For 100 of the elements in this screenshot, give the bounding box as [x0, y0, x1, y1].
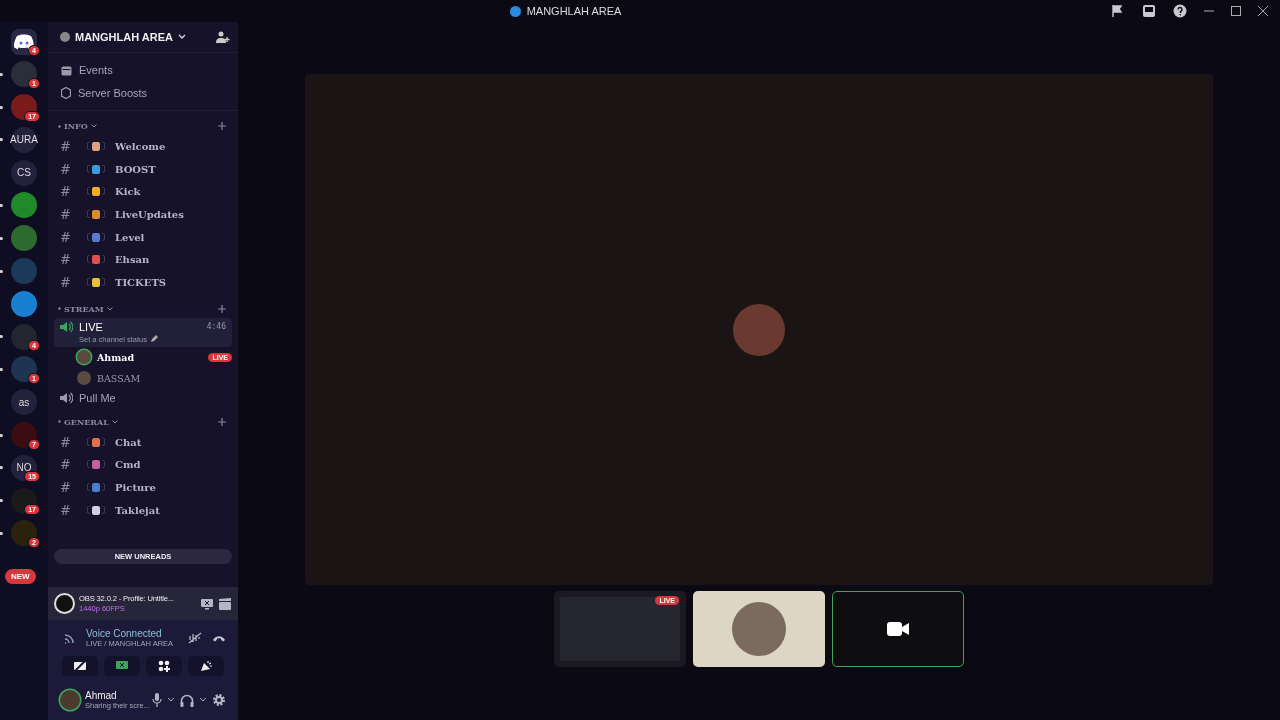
channel-item[interactable]: # 〔 〕 Cmd [48, 453, 238, 477]
chevron-icon[interactable] [106, 306, 113, 311]
bracket: 〔 [82, 230, 91, 244]
channel-item[interactable]: # 〔 〕 Picture [48, 476, 238, 499]
add-person-icon[interactable] [216, 31, 230, 43]
bracket: 〕 [101, 458, 110, 472]
server-button[interactable]: CS [11, 159, 37, 186]
server-avatar[interactable] [11, 323, 37, 350]
speaker-icon [60, 320, 73, 333]
channel-name: Chat [115, 436, 142, 448]
bracket: 〕 [101, 185, 110, 199]
camera-off-button[interactable] [62, 656, 98, 676]
channel-item[interactable]: # 〔 〕 Kick [48, 180, 238, 204]
channel-item[interactable]: # 〔 〕 Ehsan [48, 248, 238, 272]
server-avatar[interactable] [11, 94, 37, 121]
soundboard-button[interactable] [188, 656, 224, 676]
channel-name: Picture [115, 482, 156, 494]
obs-logo-icon [54, 593, 75, 614]
camera-off-icon [73, 660, 87, 672]
voice-member[interactable]: BASSAM [48, 367, 238, 389]
microphone-icon[interactable] [152, 693, 162, 707]
channel-item[interactable]: # 〔 〕 TICKETS [48, 271, 238, 294]
server-avatar[interactable] [11, 520, 37, 547]
channel-name: Taklejat [115, 504, 160, 516]
help-icon[interactable] [1173, 4, 1187, 18]
bracket: 〔 [82, 253, 91, 267]
bracket: 〕 [101, 162, 110, 176]
photo-placeholder [732, 602, 786, 656]
screen-share-icon [115, 660, 129, 672]
settings-icon[interactable] [212, 693, 226, 707]
add-icon[interactable] [218, 122, 226, 130]
screen-share-button[interactable] [104, 656, 140, 676]
bracket: 〕 [101, 275, 110, 289]
inbox-icon[interactable] [1142, 4, 1156, 18]
channel-item[interactable]: # 〔 〕 LiveUpdates [48, 203, 238, 226]
participant-tile[interactable] [832, 591, 964, 667]
clapperboard-icon[interactable] [218, 597, 232, 610]
channel-name: Pull Me [79, 391, 116, 404]
chevron-icon[interactable] [199, 697, 207, 703]
sidebar-link[interactable]: Server Boosts [48, 81, 238, 104]
category-name[interactable]: STREAM [64, 303, 104, 314]
add-icon[interactable] [218, 417, 226, 426]
channel-item[interactable]: # 〔 〕 Level [48, 225, 238, 249]
channel-item[interactable]: # 〔 〕 Welcome [48, 135, 238, 158]
chevron-icon[interactable] [90, 124, 97, 128]
bracket: 〔 [82, 481, 91, 495]
bracket: 〔 [82, 503, 91, 517]
category-name[interactable]: INFO [64, 121, 88, 131]
flag-icon[interactable] [1111, 4, 1125, 18]
dot-icon [58, 420, 61, 424]
bracket: 〕 [101, 139, 110, 153]
server-header[interactable]: MANGHLAH AREA [48, 22, 238, 53]
channel-name: Cmd [115, 459, 141, 471]
server-icon [509, 5, 521, 17]
channel-item[interactable]: # 〔 〕 Taklejat [48, 498, 238, 522]
server-name: MANGHLAH AREA [75, 31, 173, 43]
sidebar-link[interactable]: Events [48, 59, 238, 82]
chevron-icon[interactable] [111, 419, 118, 424]
voice-status: Voice Connected [86, 628, 163, 639]
channel-item[interactable]: # 〔 〕 Chat [48, 430, 238, 454]
close-icon[interactable] [1258, 6, 1268, 16]
channel-name: BOOST [115, 163, 156, 175]
voice-channel[interactable]: Pull Me [54, 388, 232, 407]
channel-name: LiveUpdates [115, 208, 184, 220]
bracket: 〔 [82, 162, 91, 176]
new-badge[interactable]: NEW [5, 569, 36, 584]
bracket: 〔 [82, 458, 91, 472]
user-avatar[interactable] [60, 690, 80, 710]
chevron-icon [178, 34, 186, 40]
activities-icon [158, 660, 170, 672]
server-avatar[interactable] [11, 487, 37, 514]
hash-icon: # [60, 252, 82, 268]
channel-item[interactable]: # 〔 〕 BOOST [48, 157, 238, 181]
participant-tile[interactable] [693, 591, 825, 667]
activities-button[interactable] [146, 656, 182, 676]
signal-icon [64, 632, 76, 644]
disconnect-icon[interactable] [212, 634, 226, 642]
add-icon[interactable] [218, 304, 226, 313]
maximize-icon[interactable] [1231, 6, 1241, 16]
server-avatar[interactable] [11, 290, 37, 317]
noise-suppression-icon[interactable] [188, 632, 202, 644]
hash-icon: # [60, 161, 82, 177]
bracket: 〔 [82, 435, 91, 449]
server-button[interactable]: as [11, 389, 37, 416]
discord-logo[interactable] [11, 28, 37, 55]
bracket: 〕 [101, 435, 110, 449]
bracket: 〕 [101, 253, 110, 267]
channel-name: Kick [115, 186, 141, 198]
channel-name: Level [115, 231, 145, 243]
category-name[interactable]: GENERAL [64, 416, 109, 427]
server-icon [60, 32, 70, 42]
channel-name: Welcome [115, 140, 166, 152]
server-avatar[interactable] [11, 192, 37, 219]
server-button[interactable]: AURA [11, 126, 37, 153]
hash-icon: # [60, 138, 82, 154]
hash-icon: # [60, 229, 82, 245]
bracket: 〔 [82, 275, 91, 289]
chevron-icon[interactable] [167, 697, 175, 703]
stop-stream-icon[interactable] [200, 597, 214, 610]
headphones-icon[interactable] [180, 693, 194, 707]
